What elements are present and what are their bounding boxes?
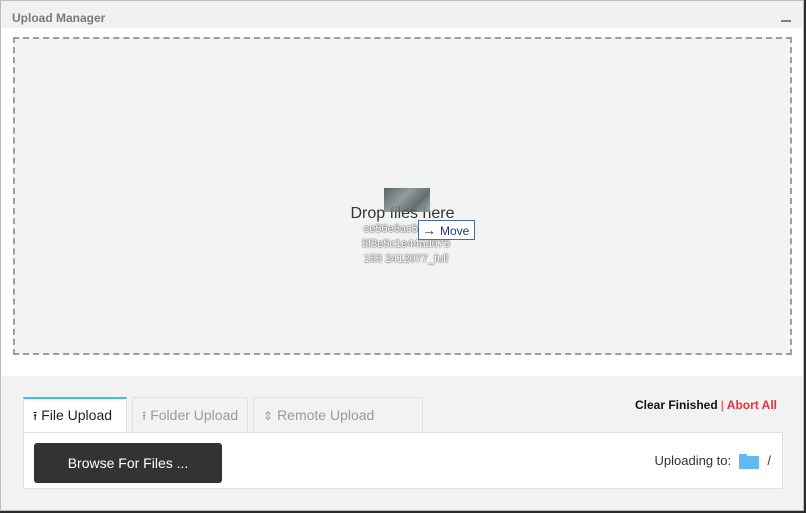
tab-folder-upload[interactable]: ⭱ Folder Upload <box>132 397 248 432</box>
abort-all-link[interactable]: Abort All <box>727 398 777 412</box>
tab-remote-upload[interactable]: ⇕ Remote Upload <box>253 397 423 432</box>
upload-icon: ⭱ <box>33 409 38 423</box>
move-tooltip: → Move <box>418 220 476 240</box>
upload-manager-window: Upload Manager Drop files here ce56e6ac5… <box>0 0 804 511</box>
drop-area: Drop files here ce56e6ac5e54ab5f3e5c1e44… <box>1 28 803 376</box>
tab-label: File Upload <box>41 407 113 423</box>
folder-icon[interactable] <box>738 454 759 470</box>
clear-finished-link[interactable]: Clear Finished <box>635 398 718 412</box>
upload-controls: ⭱ File Upload ⭱ Folder Upload ⇕ Remote Uplo… <box>1 376 803 510</box>
tab-file-upload[interactable]: ⭱ File Upload <box>23 397 127 433</box>
updown-arrow-icon: ⇕ <box>263 409 274 423</box>
tab-label: Folder Upload <box>150 407 239 423</box>
browse-files-button[interactable]: Browse For Files ... <box>34 443 222 483</box>
minimize-icon[interactable] <box>779 10 793 24</box>
tab-label: Remote Upload <box>277 407 375 423</box>
upload-icon: ⭱ <box>142 409 147 423</box>
drag-preview-thumbnail <box>384 188 430 212</box>
move-tooltip-label: Move <box>440 224 470 238</box>
arrow-right-icon: → <box>422 222 436 238</box>
upload-actions: Clear Finished | Abort All <box>635 398 777 412</box>
uploading-to-label: Uploading to: <box>654 453 732 468</box>
upload-destination: Uploading to: / <box>654 452 771 470</box>
file-upload-panel: Browse For Files ... Uploading to: / <box>23 432 783 489</box>
drop-zone[interactable]: Drop files here ce56e6ac5e54ab5f3e5c1e44… <box>13 37 792 355</box>
destination-path[interactable]: / <box>767 453 771 468</box>
title-bar: Upload Manager <box>1 1 803 29</box>
window-title: Upload Manager <box>12 11 106 25</box>
actions-separator: | <box>720 398 724 412</box>
